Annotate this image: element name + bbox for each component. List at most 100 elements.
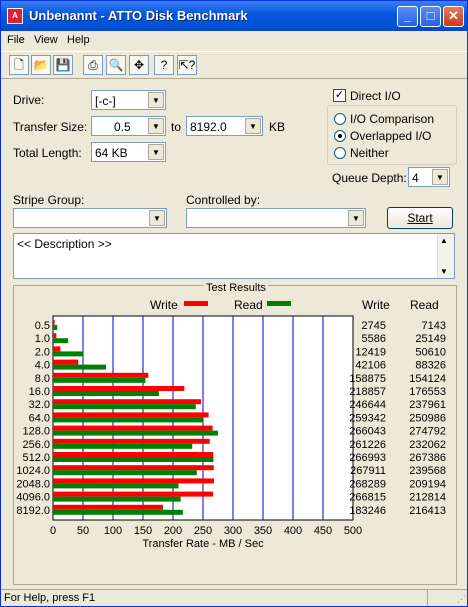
menu-help[interactable]: Help <box>67 34 90 46</box>
write-bar <box>53 372 149 378</box>
total-length-select[interactable]: 64 KB ▼ <box>91 142 166 162</box>
drive-select[interactable]: [-c-] ▼ <box>91 90 166 110</box>
read-bar <box>53 430 218 436</box>
write-bar <box>53 452 214 457</box>
chevron-down-icon[interactable]: ▼ <box>348 210 364 226</box>
context-help-icon[interactable]: ⇱? <box>177 55 197 75</box>
io-comparison-label: I/O Comparison <box>350 112 435 126</box>
app-window: A Unbenannt - ATTO Disk Benchmark _ □ ✕ … <box>0 0 468 607</box>
read-value: 25149 <box>415 333 446 345</box>
write-bar <box>53 438 210 444</box>
test-results-panel: Test Results Write Read Write Read 0.5 27… <box>13 282 457 585</box>
new-file-icon[interactable]: 🗋 <box>9 55 29 75</box>
category-label: 4.0 <box>35 360 50 372</box>
menu-view[interactable]: View <box>34 34 58 46</box>
write-value: 259342 <box>349 412 386 424</box>
write-value: 261226 <box>349 439 386 451</box>
queue-depth-label: Queue Depth: <box>332 171 407 185</box>
category-label: 8.0 <box>35 373 50 385</box>
overlapped-io-label: Overlapped I/O <box>350 129 432 143</box>
read-bar <box>53 325 58 330</box>
chevron-down-icon[interactable]: ▼ <box>148 118 164 134</box>
write-bar <box>53 346 61 352</box>
minimize-button[interactable]: _ <box>397 6 418 27</box>
category-label: 16.0 <box>29 386 50 398</box>
chevron-down-icon[interactable]: ▼ <box>245 118 261 134</box>
chevron-down-icon[interactable]: ▼ <box>149 210 165 226</box>
read-bar <box>53 470 197 476</box>
maximize-button[interactable]: □ <box>420 6 441 27</box>
save-icon[interactable]: 💾 <box>53 55 73 75</box>
read-bar <box>53 457 214 462</box>
write-bar <box>53 320 55 325</box>
title-bar[interactable]: A Unbenannt - ATTO Disk Benchmark _ □ ✕ <box>1 1 467 31</box>
scroll-up-icon[interactable]: ▲ <box>440 236 448 245</box>
read-value: 7143 <box>422 320 446 332</box>
x-tick-label: 250 <box>194 525 212 537</box>
direct-io-label: Direct I/O <box>350 89 401 103</box>
transfer-to-select[interactable]: 8192.0 ▼ <box>186 116 263 136</box>
io-comparison-radio[interactable] <box>334 113 346 125</box>
start-button[interactable]: Start <box>387 207 453 229</box>
x-tick-label: 300 <box>224 525 242 537</box>
controlled-by-select[interactable]: ▼ <box>186 208 366 228</box>
direct-io-checkbox[interactable]: ✓ <box>333 89 346 102</box>
transfer-from-select[interactable]: 0.5 ▼ <box>91 116 166 136</box>
stripe-group-select[interactable]: ▼ <box>13 208 167 228</box>
kb-label: KB <box>269 120 286 134</box>
write-value: 183246 <box>349 505 386 517</box>
read-bar <box>53 417 204 423</box>
scroll-down-icon[interactable]: ▼ <box>440 267 448 276</box>
chevron-down-icon[interactable]: ▼ <box>148 144 164 160</box>
write-bar <box>53 333 57 339</box>
write-value: 267911 <box>350 465 386 477</box>
x-axis-label: Transfer Rate - MB / Sec <box>142 538 264 550</box>
write-value: 266043 <box>349 426 386 438</box>
chevron-down-icon[interactable]: ▼ <box>148 92 164 108</box>
description-scrollbar[interactable]: ▲ ▼ <box>437 234 454 278</box>
category-label: 32.0 <box>29 399 50 411</box>
neither-label: Neither <box>350 146 389 160</box>
toolbar: 🗋 📂 💾 ⎙ 🔍 ✥ ? ⇱? <box>1 51 467 79</box>
read-bar <box>53 364 106 370</box>
x-tick-label: 0 <box>50 525 56 537</box>
read-value: 250986 <box>409 412 446 424</box>
read-bar <box>53 338 69 344</box>
category-label: 2.0 <box>35 346 50 358</box>
menu-file[interactable]: File <box>7 34 25 46</box>
write-value: 246644 <box>349 399 386 411</box>
atto-app-icon[interactable]: A <box>7 8 23 24</box>
x-tick-label: 400 <box>284 525 302 537</box>
read-bar <box>53 377 146 383</box>
queue-depth-select[interactable]: 4 ▼ <box>408 167 450 187</box>
read-bar <box>53 404 196 410</box>
description-field[interactable]: << Description >> ▲ ▼ <box>13 233 455 279</box>
description-text: << Description >> <box>17 237 112 251</box>
category-label: 1.0 <box>35 333 50 345</box>
resize-grip-icon[interactable]: ⋰ <box>457 594 466 605</box>
read-bar <box>53 496 181 502</box>
read-value: 176553 <box>409 386 446 398</box>
close-button[interactable]: ✕ <box>443 6 464 27</box>
menu-bar: File View Help <box>1 31 467 50</box>
neither-radio[interactable] <box>334 147 346 159</box>
write-value: 42106 <box>355 360 386 372</box>
x-tick-label: 100 <box>104 525 122 537</box>
write-bar <box>53 359 79 365</box>
category-label: 512.0 <box>22 452 50 464</box>
overlapped-io-radio[interactable] <box>334 130 346 142</box>
read-value: 88326 <box>415 360 446 372</box>
read-value: 237961 <box>409 399 446 411</box>
drive-label: Drive: <box>13 93 45 107</box>
write-bar <box>53 478 214 484</box>
print-icon[interactable]: ⎙ <box>83 55 103 75</box>
status-bar: For Help, press F1 ⋰ <box>1 589 467 606</box>
print-preview-icon[interactable]: 🔍 <box>106 55 126 75</box>
open-folder-icon[interactable]: 📂 <box>31 55 51 75</box>
category-label: 4096.0 <box>16 492 50 504</box>
chevron-down-icon[interactable]: ▼ <box>432 169 448 185</box>
transfer-size-label: Transfer Size: <box>13 120 88 134</box>
help-icon[interactable]: ? <box>154 55 174 75</box>
move-icon[interactable]: ✥ <box>129 55 149 75</box>
read-value: 267386 <box>409 452 446 464</box>
